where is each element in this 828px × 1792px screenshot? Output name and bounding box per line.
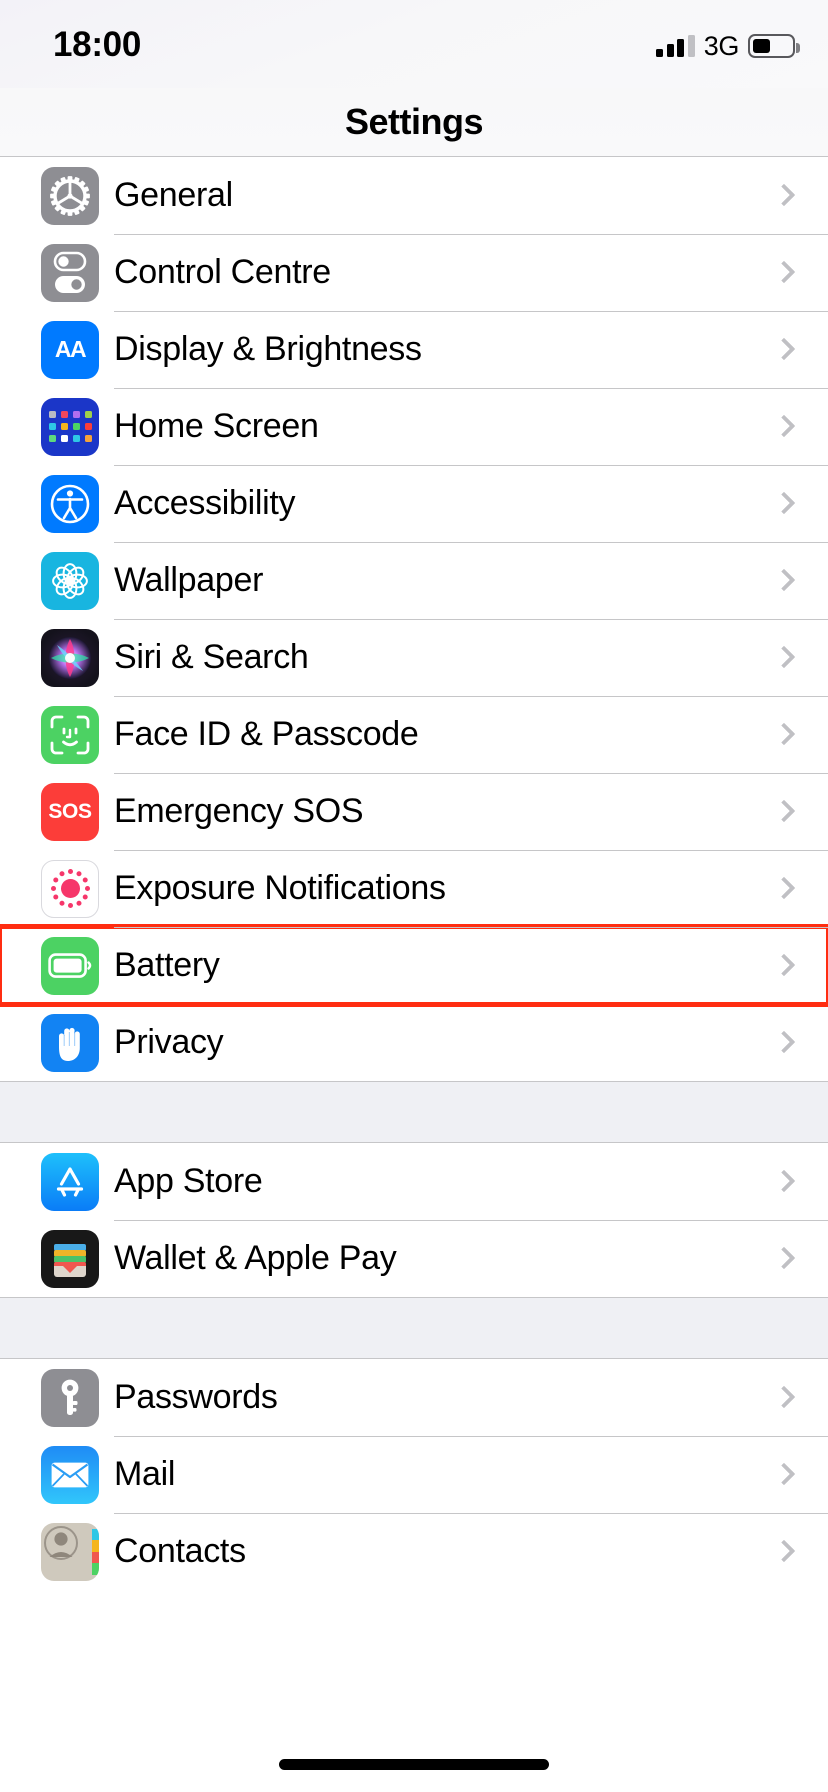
settings-row-general[interactable]: General bbox=[0, 157, 828, 234]
settings-row-label: Siri & Search bbox=[114, 638, 309, 676]
settings-row-battery[interactable]: Battery bbox=[0, 924, 828, 1007]
group-separator bbox=[0, 1081, 828, 1143]
chevron-right-icon bbox=[772, 491, 796, 514]
settings-row-display-brightness[interactable]: AA Display & Brightness bbox=[0, 311, 828, 388]
settings-row-home-screen[interactable]: Home Screen bbox=[0, 388, 828, 465]
system-group: General Control Centre AA Display & Brightn… bbox=[0, 156, 828, 1081]
settings-row-label: App Store bbox=[114, 1162, 263, 1200]
chevron-right-icon bbox=[772, 1539, 796, 1562]
settings-row-wallet-apple-pay[interactable]: Wallet & Apple Pay bbox=[0, 1220, 828, 1297]
settings-row-wallpaper[interactable]: Wallpaper bbox=[0, 542, 828, 619]
chevron-right-icon bbox=[772, 645, 796, 668]
settings-row-label: Wallpaper bbox=[114, 561, 264, 599]
settings-row-label: Control Centre bbox=[114, 253, 331, 291]
settings-row-label: Exposure Notifications bbox=[114, 869, 446, 907]
page-title: Settings bbox=[344, 101, 484, 142]
settings-row-label: General bbox=[114, 176, 233, 214]
chevron-right-icon bbox=[772, 337, 796, 360]
settings-row-siri-search[interactable]: Siri & Search bbox=[0, 619, 828, 696]
privacy-hand-icon bbox=[41, 1013, 99, 1072]
status-bar-indicators: 3G bbox=[656, 30, 800, 62]
settings-row-passwords[interactable]: Passwords bbox=[0, 1359, 828, 1436]
status-bar-time: 18:00 bbox=[53, 25, 142, 64]
chevron-right-icon bbox=[772, 1030, 796, 1053]
settings-row-label: Home Screen bbox=[114, 407, 319, 445]
settings-row-label: Passwords bbox=[114, 1378, 278, 1416]
settings-row-control-centre[interactable]: Control Centre bbox=[0, 234, 828, 311]
navigation-bar: Settings bbox=[0, 88, 828, 156]
gear-icon bbox=[41, 166, 99, 225]
settings-row-label: Wallet & Apple Pay bbox=[114, 1239, 397, 1277]
settings-row-mail[interactable]: Mail bbox=[0, 1436, 828, 1513]
settings-row-label: Display & Brightness bbox=[114, 330, 422, 368]
settings-row-emergency-sos[interactable]: SOS Emergency SOS bbox=[0, 773, 828, 850]
settings-row-label: Privacy bbox=[114, 1023, 224, 1061]
wallet-icon bbox=[41, 1229, 99, 1288]
status-bar: 18:00 3G bbox=[0, 0, 828, 88]
chevron-right-icon bbox=[772, 1385, 796, 1408]
settings-row-face-id-passcode[interactable]: Face ID & Passcode bbox=[0, 696, 828, 773]
battery-icon bbox=[748, 34, 800, 58]
contacts-icon bbox=[41, 1522, 99, 1581]
settings-row-label: Battery bbox=[114, 946, 220, 984]
chevron-right-icon bbox=[772, 414, 796, 437]
key-icon bbox=[41, 1368, 99, 1427]
chevron-right-icon bbox=[772, 183, 796, 206]
chevron-right-icon bbox=[772, 953, 796, 976]
settings-row-label: Mail bbox=[114, 1455, 176, 1493]
group-separator bbox=[0, 1297, 828, 1359]
siri-icon bbox=[41, 628, 99, 687]
chevron-right-icon bbox=[772, 568, 796, 591]
exposure-notifications-icon bbox=[41, 859, 99, 918]
cellular-bars-icon bbox=[656, 35, 695, 57]
app-store-icon bbox=[41, 1152, 99, 1211]
home-screen-icon bbox=[41, 397, 99, 456]
wallpaper-icon bbox=[41, 551, 99, 610]
chevron-right-icon bbox=[772, 260, 796, 283]
chevron-right-icon bbox=[772, 1246, 796, 1269]
settings-row-label: Accessibility bbox=[114, 484, 296, 522]
settings-row-label: Emergency SOS bbox=[114, 792, 364, 830]
accessibility-icon bbox=[41, 474, 99, 533]
accounts-group: Passwords Mail Contacts bbox=[0, 1359, 828, 1590]
settings-list[interactable]: General Control Centre AA Display & Brightn… bbox=[0, 156, 828, 1590]
settings-row-label: Face ID & Passcode bbox=[114, 715, 419, 753]
chevron-right-icon bbox=[772, 876, 796, 899]
display-brightness-icon: AA bbox=[41, 320, 99, 379]
chevron-right-icon bbox=[772, 722, 796, 745]
store-group: App Store Wallet & Apple Pay bbox=[0, 1143, 828, 1297]
settings-row-contacts[interactable]: Contacts bbox=[0, 1513, 828, 1590]
settings-row-app-store[interactable]: App Store bbox=[0, 1143, 828, 1220]
settings-row-exposure-notifications[interactable]: Exposure Notifications bbox=[0, 850, 828, 927]
settings-row-privacy[interactable]: Privacy bbox=[0, 1004, 828, 1081]
home-indicator[interactable] bbox=[279, 1759, 549, 1770]
emergency-sos-icon: SOS bbox=[41, 782, 99, 841]
mail-envelope-icon bbox=[41, 1445, 99, 1504]
battery-settings-icon bbox=[41, 936, 99, 995]
control-centre-icon bbox=[41, 243, 99, 302]
settings-row-accessibility[interactable]: Accessibility bbox=[0, 465, 828, 542]
chevron-right-icon bbox=[772, 799, 796, 822]
settings-row-label: Contacts bbox=[114, 1532, 246, 1570]
chevron-right-icon bbox=[772, 1169, 796, 1192]
chevron-right-icon bbox=[772, 1462, 796, 1485]
face-id-icon bbox=[41, 705, 99, 764]
network-type-label: 3G bbox=[703, 30, 740, 61]
